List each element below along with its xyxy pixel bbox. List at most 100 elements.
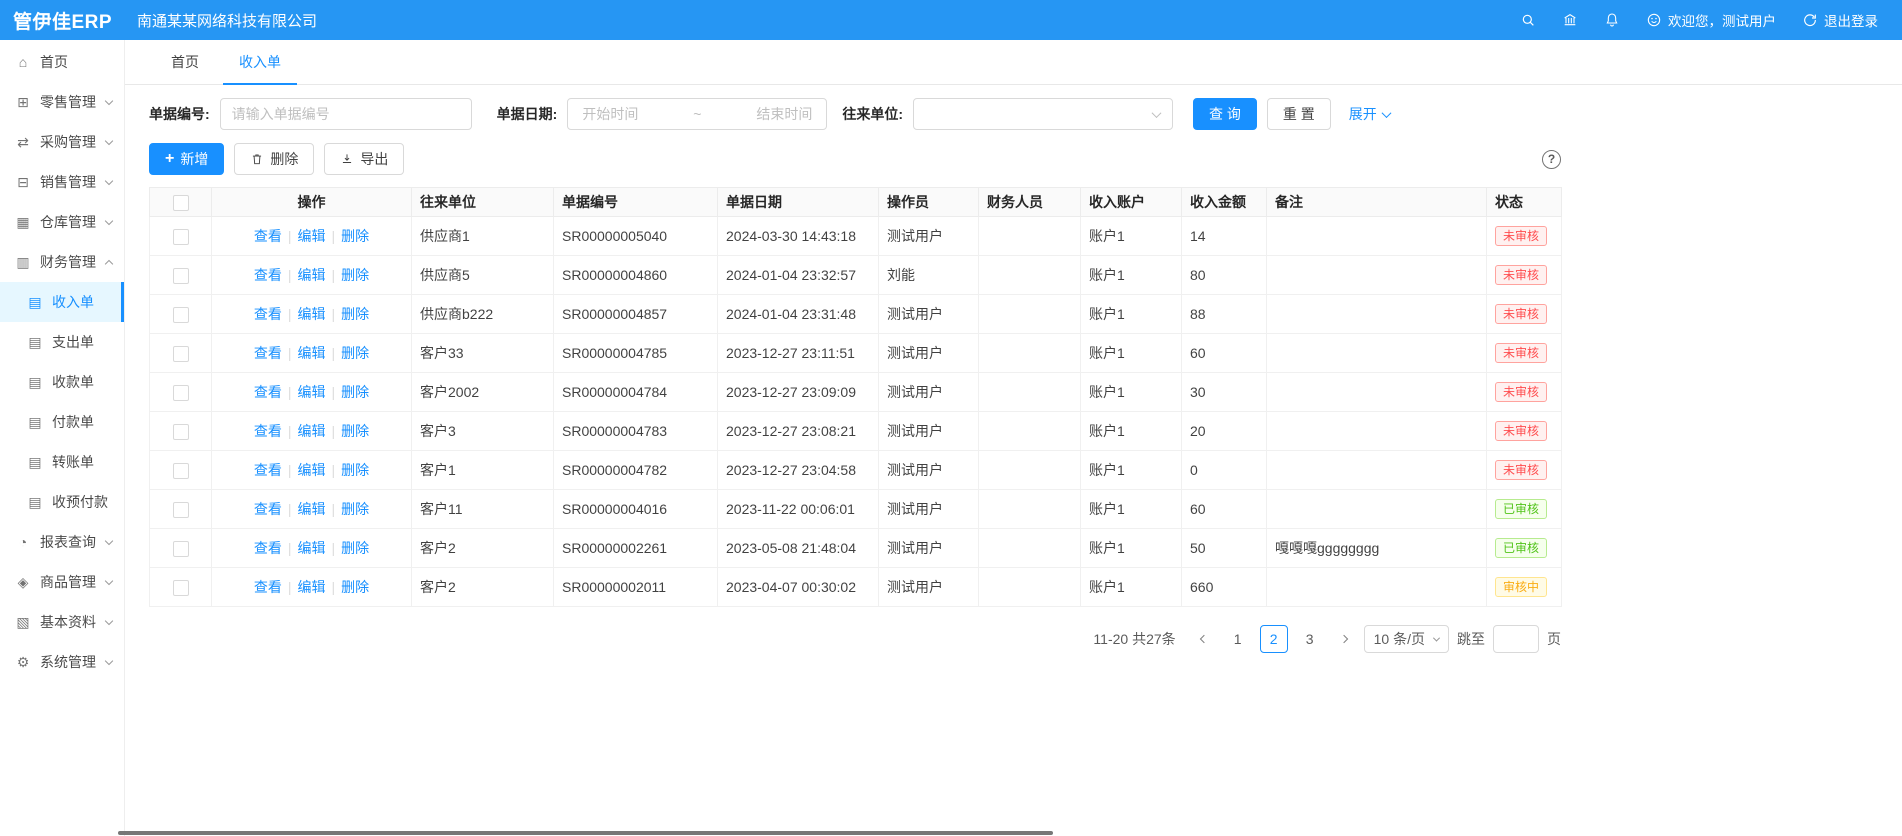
basic-icon: ▧ [15,614,31,631]
row-action-delete[interactable]: 删除 [341,345,369,361]
row-action-view[interactable]: 查看 [254,501,282,517]
page-3[interactable]: 3 [1296,625,1324,653]
logout-button[interactable]: 退出登录 [1802,10,1878,30]
row-action-view[interactable]: 查看 [254,462,282,478]
welcome-user[interactable]: 欢迎您，测试用户 [1646,10,1776,30]
row-action-edit[interactable]: 编辑 [298,306,326,322]
search-icon[interactable] [1520,12,1536,28]
export-button[interactable]: 导出 [324,143,404,175]
page-1[interactable]: 1 [1224,625,1252,653]
app-logo[interactable]: 管伊佳ERP [0,7,125,34]
row-checkbox[interactable] [173,580,189,596]
pagination-prev[interactable] [1192,625,1216,653]
select-all-checkbox[interactable] [173,195,189,211]
sidebar-item-payment-bill[interactable]: ▤付款单 [0,402,124,442]
row-action-view[interactable]: 查看 [254,228,282,244]
row-checkbox[interactable] [173,346,189,362]
sidebar-item-sales[interactable]: ⊟销售管理 [0,162,124,202]
row-action-edit[interactable]: 编辑 [298,345,326,361]
row-checkbox[interactable] [173,307,189,323]
help-icon[interactable]: ? [1542,150,1561,169]
sidebar-item-label: 商品管理 [40,572,96,592]
col-partner: 往来单位 [412,188,554,217]
action-divider: | [288,501,292,517]
sidebar-item-system[interactable]: ⚙系统管理 [0,642,124,682]
sidebar-item-label: 收入单 [52,292,94,312]
row-action-edit[interactable]: 编辑 [298,462,326,478]
cell-actions: 查看|编辑|删除 [212,256,412,295]
tab-income-bill[interactable]: 收入单 [223,40,297,84]
row-action-delete[interactable]: 删除 [341,579,369,595]
row-action-delete[interactable]: 删除 [341,540,369,556]
jump-input[interactable] [1493,625,1539,653]
partner-select[interactable] [913,98,1173,130]
cell-bill-date: 2023-11-22 00:06:01 [718,490,879,529]
row-action-edit[interactable]: 编辑 [298,423,326,439]
row-action-view[interactable]: 查看 [254,579,282,595]
table-row: 查看|编辑|删除供应商b222SR000000048572024-01-04 2… [150,295,1562,334]
sidebar-item-purchase[interactable]: ⇄采购管理 [0,122,124,162]
sidebar-item-advance-bill[interactable]: ▤收预付款 [0,482,124,522]
building-icon[interactable] [1562,12,1578,28]
tab-home[interactable]: 首页 [155,40,215,84]
row-action-delete[interactable]: 删除 [341,306,369,322]
row-checkbox[interactable] [173,502,189,518]
col-actions: 操作 [212,188,412,217]
row-action-delete[interactable]: 删除 [341,228,369,244]
row-action-edit[interactable]: 编辑 [298,540,326,556]
cell-account: 账户1 [1081,529,1182,568]
row-action-view[interactable]: 查看 [254,345,282,361]
row-action-edit[interactable]: 编辑 [298,267,326,283]
row-action-delete[interactable]: 删除 [341,267,369,283]
row-action-edit[interactable]: 编辑 [298,384,326,400]
sidebar-item-receipt-bill[interactable]: ▤收款单 [0,362,124,402]
row-checkbox[interactable] [173,268,189,284]
row-action-view[interactable]: 查看 [254,306,282,322]
row-action-delete[interactable]: 删除 [341,501,369,517]
row-action-edit[interactable]: 编辑 [298,501,326,517]
add-button[interactable]: + 新增 [149,143,224,175]
sidebar-item-basic[interactable]: ▧基本资料 [0,602,124,642]
row-checkbox[interactable] [173,463,189,479]
row-action-view[interactable]: 查看 [254,540,282,556]
row-checkbox[interactable] [173,541,189,557]
bell-icon[interactable] [1604,12,1620,28]
row-action-view[interactable]: 查看 [254,267,282,283]
row-action-edit[interactable]: 编辑 [298,579,326,595]
expand-link[interactable]: 展开 [1349,104,1390,124]
row-action-delete[interactable]: 删除 [341,423,369,439]
date-range-picker[interactable]: 开始时间 ~ 结束时间 [567,98,827,130]
page-size-select[interactable]: 10 条/页 [1364,625,1449,653]
sidebar-item-warehouse[interactable]: ▦仓库管理 [0,202,124,242]
sidebar-item-income-bill[interactable]: ▤收入单 [0,282,124,322]
row-checkbox[interactable] [173,424,189,440]
cell-bill-date: 2023-12-27 23:09:09 [718,373,879,412]
page-2[interactable]: 2 [1260,625,1288,653]
income-table: 操作往来单位单据编号单据日期操作员财务人员收入账户收入金额备注状态 查看|编辑|… [149,187,1561,607]
sidebar-item-transfer-bill[interactable]: ▤转账单 [0,442,124,482]
row-checkbox[interactable] [173,385,189,401]
row-checkbox[interactable] [173,229,189,245]
search-button[interactable]: 查 询 [1193,98,1257,130]
row-action-view[interactable]: 查看 [254,384,282,400]
action-divider: | [332,462,336,478]
sidebar-item-retail[interactable]: ⊞零售管理 [0,82,124,122]
row-action-delete[interactable]: 删除 [341,384,369,400]
sidebar-item-report[interactable]: ◔报表查询 [0,522,124,562]
row-action-edit[interactable]: 编辑 [298,228,326,244]
sidebar-item-home[interactable]: ⌂首页 [0,42,124,82]
cell-finance-staff [979,295,1081,334]
row-action-view[interactable]: 查看 [254,423,282,439]
cell-remark [1267,451,1487,490]
sidebar-item-finance[interactable]: ▥财务管理 [0,242,124,282]
row-action-delete[interactable]: 删除 [341,462,369,478]
pagination-next[interactable] [1332,625,1356,653]
delete-button[interactable]: 删除 [234,143,314,175]
cell-amount: 20 [1182,412,1267,451]
bill-no-input[interactable] [220,98,472,130]
horizontal-scrollbar[interactable] [118,831,1053,835]
table-row: 查看|编辑|删除客户33SR000000047852023-12-27 23:1… [150,334,1562,373]
sidebar-item-goods[interactable]: ◈商品管理 [0,562,124,602]
sidebar-item-expense-bill[interactable]: ▤支出单 [0,322,124,362]
reset-button[interactable]: 重 置 [1267,98,1331,130]
